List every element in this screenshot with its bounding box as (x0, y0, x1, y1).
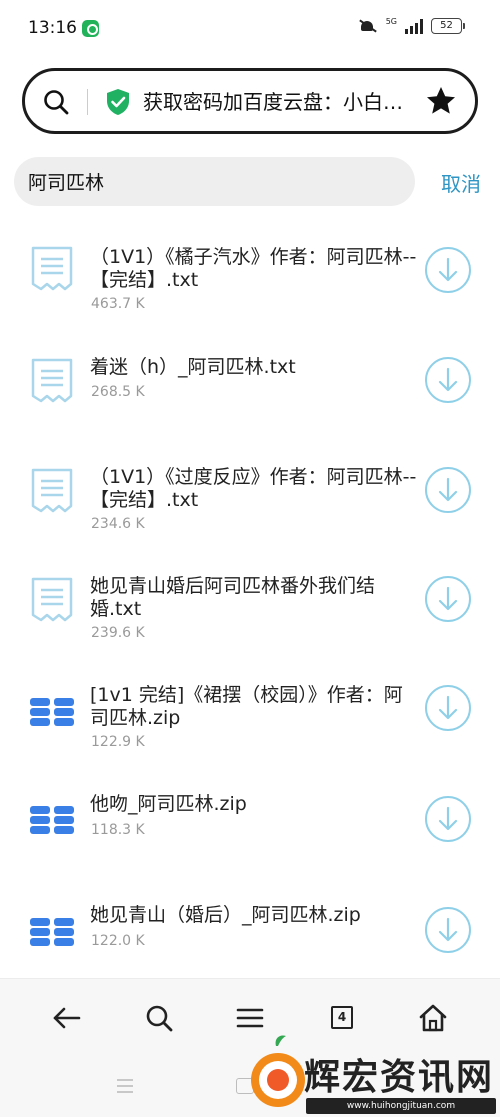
status-indicators: 5G 52 (358, 16, 465, 34)
status-time: 13:16 (28, 18, 77, 38)
txt-file-icon (31, 577, 73, 622)
network-type: 5G (385, 16, 397, 26)
search-icon[interactable] (43, 89, 69, 115)
back-arrow-icon[interactable] (50, 1001, 84, 1035)
txt-file-icon (31, 468, 73, 513)
file-name: 着迷（h）_阿司匹林.txt (90, 356, 296, 378)
download-button[interactable] (424, 356, 472, 404)
file-size: 463.7 K (91, 296, 145, 312)
mute-icon (358, 18, 378, 34)
search-input[interactable] (28, 157, 408, 206)
file-item[interactable]: 她见青山婚后阿司匹林番外我们结婚.txt 239.6 K (0, 566, 500, 666)
file-size: 239.6 K (91, 625, 145, 641)
download-button[interactable] (424, 684, 472, 732)
download-button[interactable] (424, 906, 472, 954)
signal-icon (405, 18, 423, 34)
file-item[interactable]: （1V1）《过度反应》作者：阿司匹林--【完结】.txt 234.6 K (0, 456, 500, 556)
file-item[interactable]: 着迷（h）_阿司匹林.txt 268.5 K (0, 336, 500, 436)
file-name: （1V1）《橘子汽水》作者：阿司匹林--【完结】.txt (90, 246, 417, 291)
address-bar[interactable]: 获取密码加百度云盘：小白爱分享 (22, 68, 478, 134)
app-notification-icon (82, 20, 99, 37)
status-bar: 13:16 5G 52 (0, 0, 500, 58)
download-button[interactable] (424, 575, 472, 623)
file-name: 她见青山婚后阿司匹林番外我们结婚.txt (90, 575, 376, 620)
file-size: 118.3 K (91, 822, 145, 838)
file-size: 122.9 K (91, 734, 145, 750)
zip-file-icon (30, 918, 74, 946)
search-icon[interactable] (142, 1001, 176, 1035)
shield-icon (107, 89, 129, 115)
watermark: 辉宏资讯网 www.huihongjituan.com (248, 1026, 500, 1117)
file-item[interactable]: [1v1 完结]《裙摆（校园）》作者：阿司匹林.zip 122.9 K (0, 676, 500, 776)
address-divider (87, 89, 88, 115)
file-name: （1V1）《过度反应》作者：阿司匹林--【完结】.txt (90, 466, 417, 511)
download-button[interactable] (424, 246, 472, 294)
watermark-logo (251, 1035, 305, 1107)
battery-indicator: 52 (431, 18, 465, 34)
txt-file-icon (31, 246, 73, 291)
file-name: [1v1 完结]《裙摆（校园）》作者：阿司匹林.zip (90, 684, 403, 729)
download-button[interactable] (424, 466, 472, 514)
star-icon[interactable] (425, 85, 457, 117)
file-size: 122.0 K (91, 933, 145, 949)
zip-file-icon (30, 806, 74, 834)
file-name: 她见青山（婚后）_阿司匹林.zip (90, 904, 361, 926)
download-button[interactable] (424, 795, 472, 843)
file-name: 他吻_阿司匹林.zip (90, 793, 247, 815)
watermark-domain: www.huihongjituan.com (306, 1098, 496, 1114)
watermark-brand: 辉宏资讯网 (304, 1057, 495, 1098)
zip-file-icon (30, 698, 74, 726)
file-size: 234.6 K (91, 516, 145, 532)
file-size: 268.5 K (91, 384, 145, 400)
page-title[interactable]: 获取密码加百度云盘：小白爱分享 (143, 88, 409, 116)
recent-apps-icon[interactable] (116, 1078, 134, 1094)
file-item[interactable]: 他吻_阿司匹林.zip 118.3 K (0, 786, 500, 886)
search-field[interactable] (14, 157, 415, 206)
txt-file-icon (31, 358, 73, 403)
cancel-button[interactable]: 取消 (441, 168, 481, 197)
file-item[interactable]: （1V1）《橘子汽水》作者：阿司匹林--【完结】.txt 463.7 K (0, 226, 500, 326)
